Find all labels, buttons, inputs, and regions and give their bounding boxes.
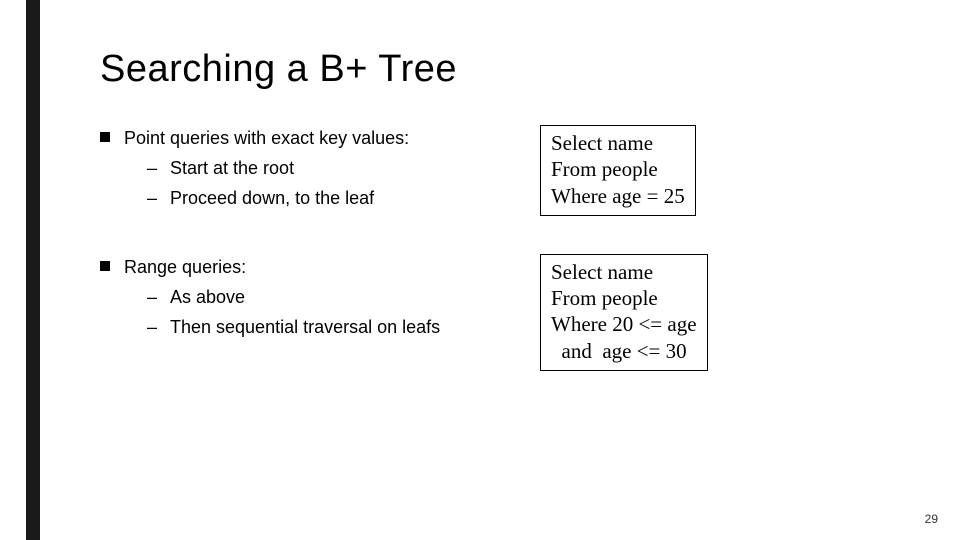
bullet-level2: – As above: [146, 284, 520, 312]
bullet-text: As above: [170, 284, 245, 312]
bullet-block: Point queries with exact key values: – S…: [100, 125, 520, 215]
slide-content: Searching a B+ Tree Point queries with e…: [100, 48, 920, 520]
bullet-level2: – Then sequential traversal on leafs: [146, 314, 520, 342]
dash-bullet-icon: –: [146, 185, 158, 213]
sql-example-point: Select name From people Where age = 25: [540, 125, 696, 216]
bullet-level2: – Start at the root: [146, 155, 520, 183]
bullet-text: Point queries with exact key values:: [124, 125, 409, 153]
bullet-block: Range queries: – As above – Then sequent…: [100, 254, 520, 344]
dash-bullet-icon: –: [146, 314, 158, 342]
bullet-level2: – Proceed down, to the leaf: [146, 185, 520, 213]
section-point-queries: Point queries with exact key values: – S…: [100, 125, 920, 216]
dash-bullet-icon: –: [146, 284, 158, 312]
square-bullet-icon: [100, 261, 110, 271]
bullet-text: Then sequential traversal on leafs: [170, 314, 440, 342]
section-range-queries: Range queries: – As above – Then sequent…: [100, 254, 920, 371]
slide-title: Searching a B+ Tree: [100, 48, 920, 91]
bullet-text: Range queries:: [124, 254, 246, 282]
dash-bullet-icon: –: [146, 155, 158, 183]
page-number: 29: [925, 512, 938, 526]
bullet-text: Start at the root: [170, 155, 294, 183]
sql-example-range: Select name From people Where 20 <= age …: [540, 254, 708, 371]
bullet-level1: Range queries:: [100, 254, 520, 282]
bullet-text: Proceed down, to the leaf: [170, 185, 374, 213]
bullet-level1: Point queries with exact key values:: [100, 125, 520, 153]
square-bullet-icon: [100, 132, 110, 142]
slide-accent-bar: [26, 0, 40, 540]
